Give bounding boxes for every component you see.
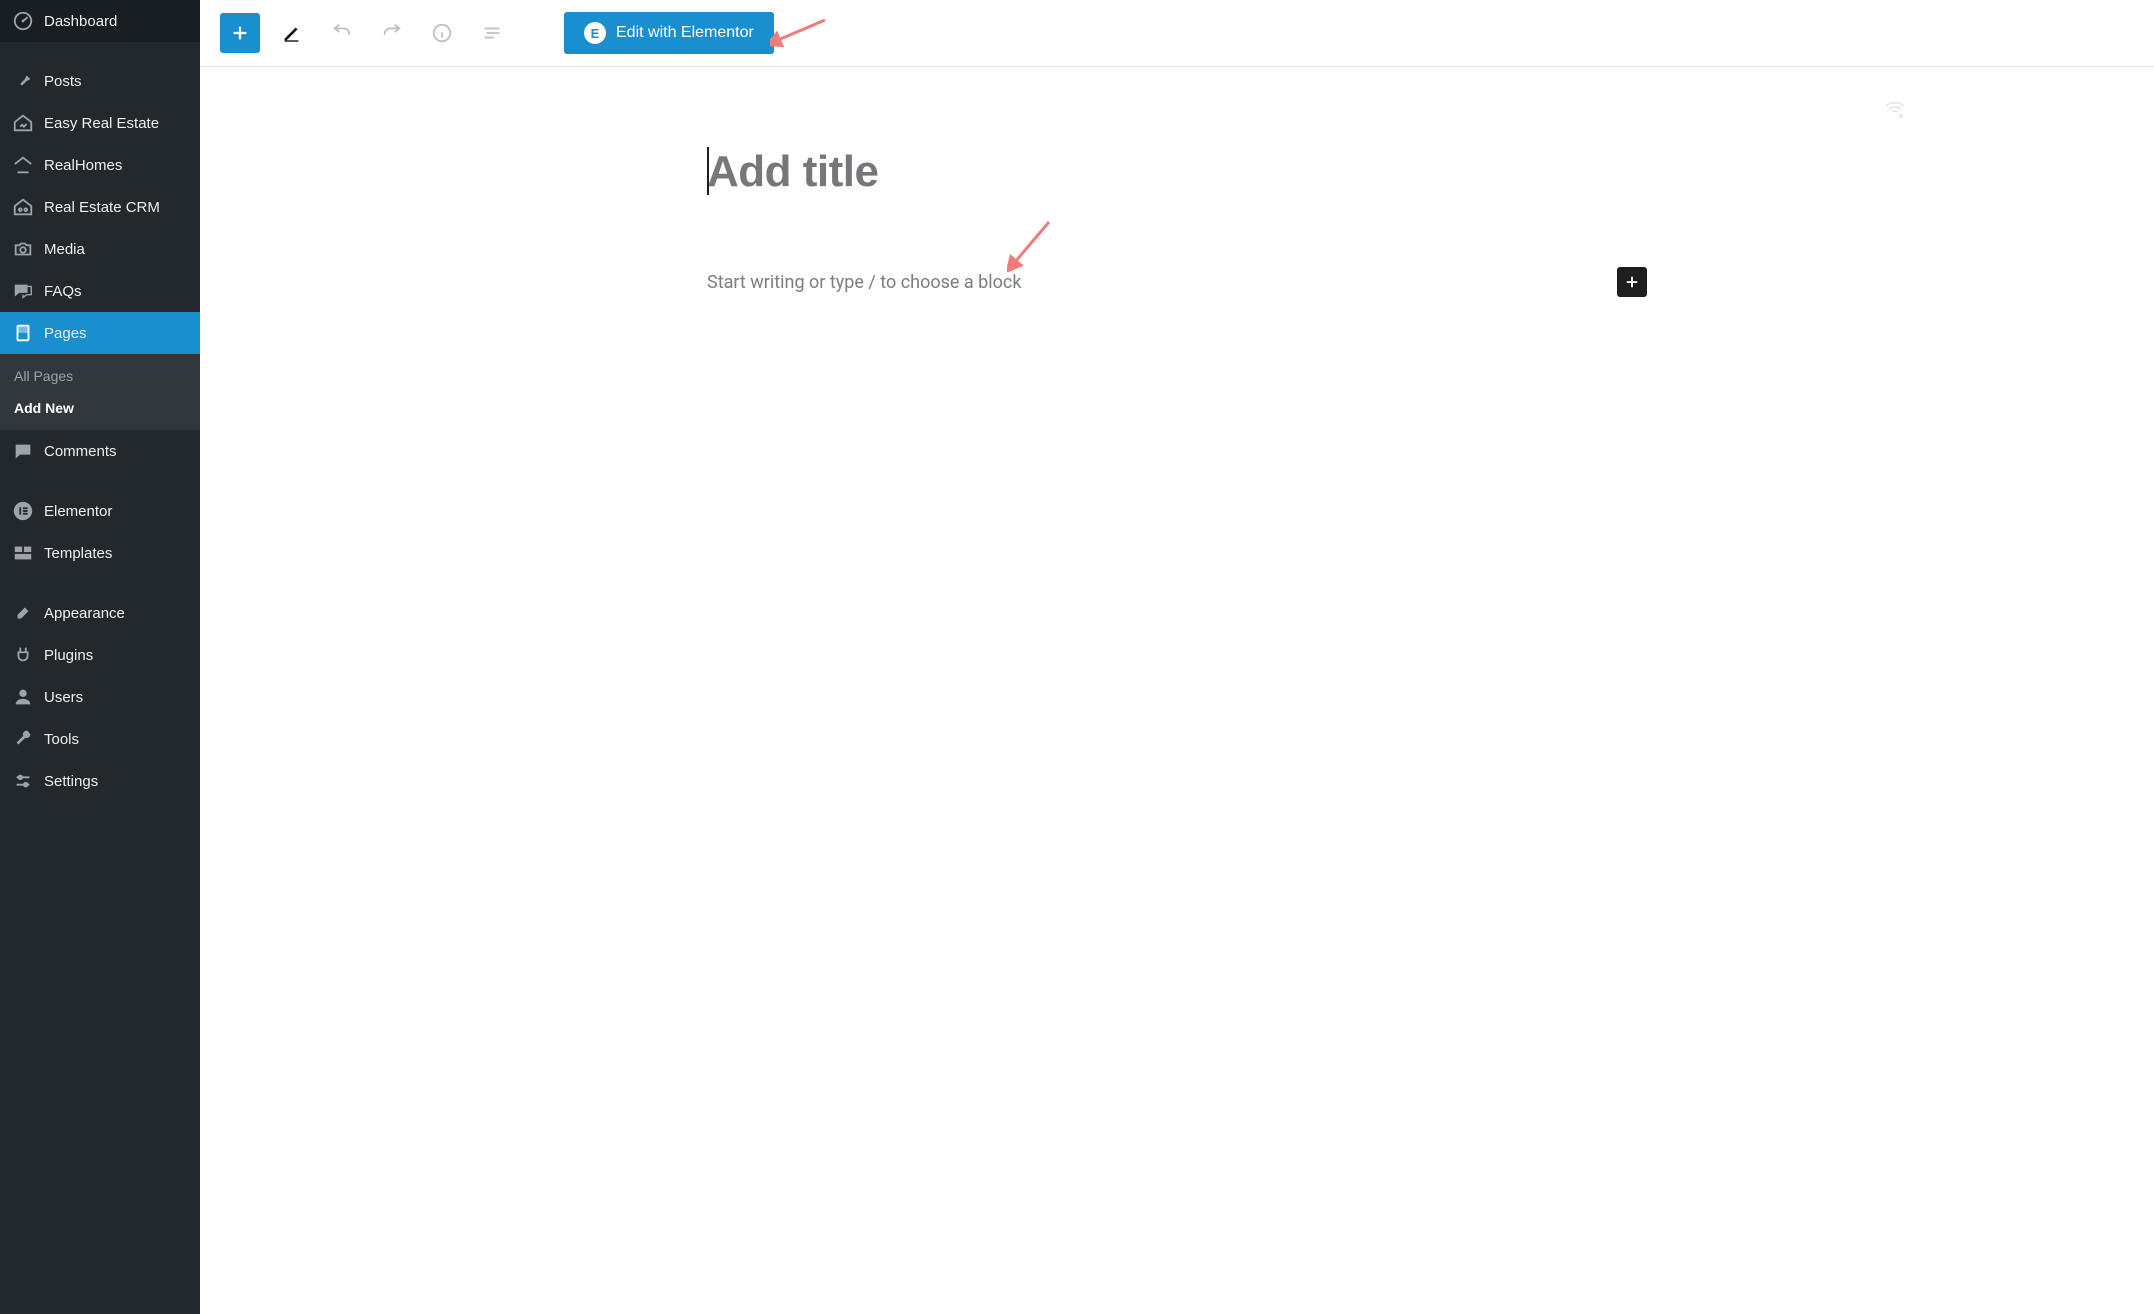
sliders-icon <box>12 770 34 792</box>
edit-with-elementor-label: Edit with Elementor <box>616 24 754 42</box>
plug-icon <box>12 644 34 666</box>
info-button[interactable] <box>424 15 460 51</box>
sidebar-item-label: Posts <box>44 73 82 90</box>
sidebar-item-comments[interactable]: Comments <box>0 430 200 472</box>
sidebar-item-media[interactable]: Media <box>0 228 200 270</box>
gauge-icon <box>12 10 34 32</box>
wrench-icon <box>12 728 34 750</box>
sidebar-sub-all-pages[interactable]: All Pages <box>0 360 200 392</box>
sidebar-item-appearance[interactable]: Appearance <box>0 592 200 634</box>
sidebar-item-label: FAQs <box>44 283 82 300</box>
block-prompt-text[interactable]: Start writing or type / to choose a bloc… <box>707 272 1021 293</box>
sidebar-item-label: Appearance <box>44 605 125 622</box>
sidebar-item-label: Elementor <box>44 503 112 520</box>
sidebar-item-label: Settings <box>44 773 98 790</box>
sidebar-item-elementor[interactable]: Elementor <box>0 490 200 532</box>
sidebar-item-easy-real-estate[interactable]: Easy Real Estate <box>0 102 200 144</box>
sidebar-item-label: Media <box>44 241 85 258</box>
title-caret-icon <box>707 147 709 195</box>
user-icon <box>12 686 34 708</box>
sidebar-item-label: Templates <box>44 545 112 562</box>
house-chart-icon <box>12 112 34 134</box>
redo-button[interactable] <box>374 15 410 51</box>
house-arrow-icon <box>12 154 34 176</box>
comment-icon <box>12 440 34 462</box>
main-content: E Edit with Elementor Start writing or t… <box>200 0 2154 1314</box>
connection-status-icon <box>1883 97 1907 125</box>
annotation-arrow-icon <box>1007 217 1057 272</box>
editor-toolbar: E Edit with Elementor <box>200 0 2154 67</box>
sidebar-item-settings[interactable]: Settings <box>0 760 200 802</box>
sidebar-item-pages[interactable]: Pages <box>0 312 200 354</box>
sidebar-item-tools[interactable]: Tools <box>0 718 200 760</box>
brush-icon <box>12 602 34 624</box>
sidebar-item-label: Plugins <box>44 647 93 664</box>
sidebar-sub-add-new[interactable]: Add New <box>0 392 200 424</box>
undo-button[interactable] <box>324 15 360 51</box>
sidebar-item-label: Easy Real Estate <box>44 115 159 132</box>
editor-body: Start writing or type / to choose a bloc… <box>677 67 1677 377</box>
sidebar-item-label: Comments <box>44 443 117 460</box>
sidebar-item-dashboard[interactable]: Dashboard <box>0 0 200 42</box>
chat-icon <box>12 280 34 302</box>
sidebar-item-label: Users <box>44 689 83 706</box>
house-people-icon <box>12 196 34 218</box>
block-prompt-row: Start writing or type / to choose a bloc… <box>707 267 1647 297</box>
admin-sidebar: Dashboard Posts Easy Real Estate RealHom… <box>0 0 200 1314</box>
add-block-inline-button[interactable] <box>1617 267 1647 297</box>
camera-icon <box>12 238 34 260</box>
pin-icon <box>12 70 34 92</box>
sidebar-item-label: RealHomes <box>44 157 122 174</box>
sidebar-item-plugins[interactable]: Plugins <box>0 634 200 676</box>
edit-mode-button[interactable] <box>274 15 310 51</box>
sidebar-item-posts[interactable]: Posts <box>0 60 200 102</box>
page-title-input[interactable] <box>707 147 1647 197</box>
page-icon <box>12 322 34 344</box>
sidebar-item-users[interactable]: Users <box>0 676 200 718</box>
sidebar-submenu-pages: All Pages Add New <box>0 354 200 430</box>
sidebar-item-templates[interactable]: Templates <box>0 532 200 574</box>
sidebar-item-faqs[interactable]: FAQs <box>0 270 200 312</box>
templates-icon <box>12 542 34 564</box>
sidebar-item-real-estate-crm[interactable]: Real Estate CRM <box>0 186 200 228</box>
add-block-toolbar-button[interactable] <box>220 13 260 53</box>
sidebar-item-label: Pages <box>44 325 87 342</box>
edit-with-elementor-button[interactable]: E Edit with Elementor <box>564 12 774 54</box>
sidebar-item-realhomes[interactable]: RealHomes <box>0 144 200 186</box>
sidebar-item-label: Real Estate CRM <box>44 199 160 216</box>
elementor-logo-icon: E <box>584 22 606 44</box>
elementor-icon <box>12 500 34 522</box>
sidebar-item-label: Dashboard <box>44 13 117 30</box>
sidebar-item-label: Tools <box>44 731 79 748</box>
outline-button[interactable] <box>474 15 510 51</box>
